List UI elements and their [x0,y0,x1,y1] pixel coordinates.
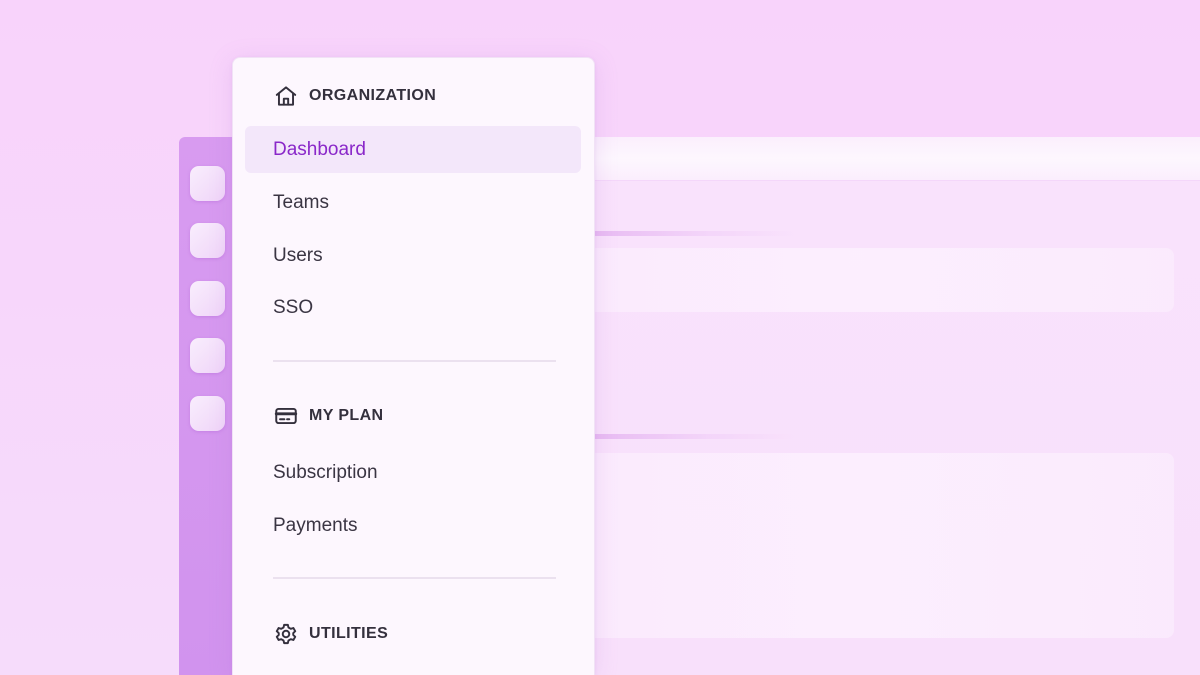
menu-item-payments[interactable]: Payments [245,502,581,549]
background-heading-line [579,434,794,439]
section-title: ORGANIZATION [309,87,437,104]
navigation-menu: ORGANIZATION Dashboard Teams Users SSO M… [232,57,595,675]
rail-button-4[interactable] [190,338,225,373]
menu-item-label: Users [273,244,323,266]
section-header-my-plan: MY PLAN [273,403,384,429]
menu-item-label: SSO [273,296,314,318]
section-title: MY PLAN [309,407,384,424]
section-header-organization: ORGANIZATION [273,83,436,109]
menu-item-label: Payments [273,514,358,536]
section-title: UTILITIES [309,625,389,642]
rail-button-2[interactable] [190,223,225,258]
rail-button-5[interactable] [190,396,225,431]
menu-item-teams[interactable]: Teams [245,179,581,226]
menu-item-subscription[interactable]: Subscription [245,449,581,496]
menu-item-label: Dashboard [273,138,366,160]
credit-card-icon [273,403,299,429]
background-icon-rail [179,137,232,675]
section-divider [273,577,556,579]
section-header-utilities: UTILITIES [273,621,388,647]
rail-button-1[interactable] [190,166,225,201]
menu-item-label: Subscription [273,461,378,483]
menu-item-sso[interactable]: SSO [245,284,581,331]
menu-item-users[interactable]: Users [245,232,581,279]
menu-item-label: Teams [273,191,329,213]
gear-icon [273,621,299,647]
rail-button-3[interactable] [190,281,225,316]
menu-item-dashboard[interactable]: Dashboard [245,126,581,173]
section-divider [273,360,556,362]
home-icon [273,83,299,109]
background-heading-line [579,231,794,236]
background-card [539,453,1174,638]
background-card [539,248,1174,312]
